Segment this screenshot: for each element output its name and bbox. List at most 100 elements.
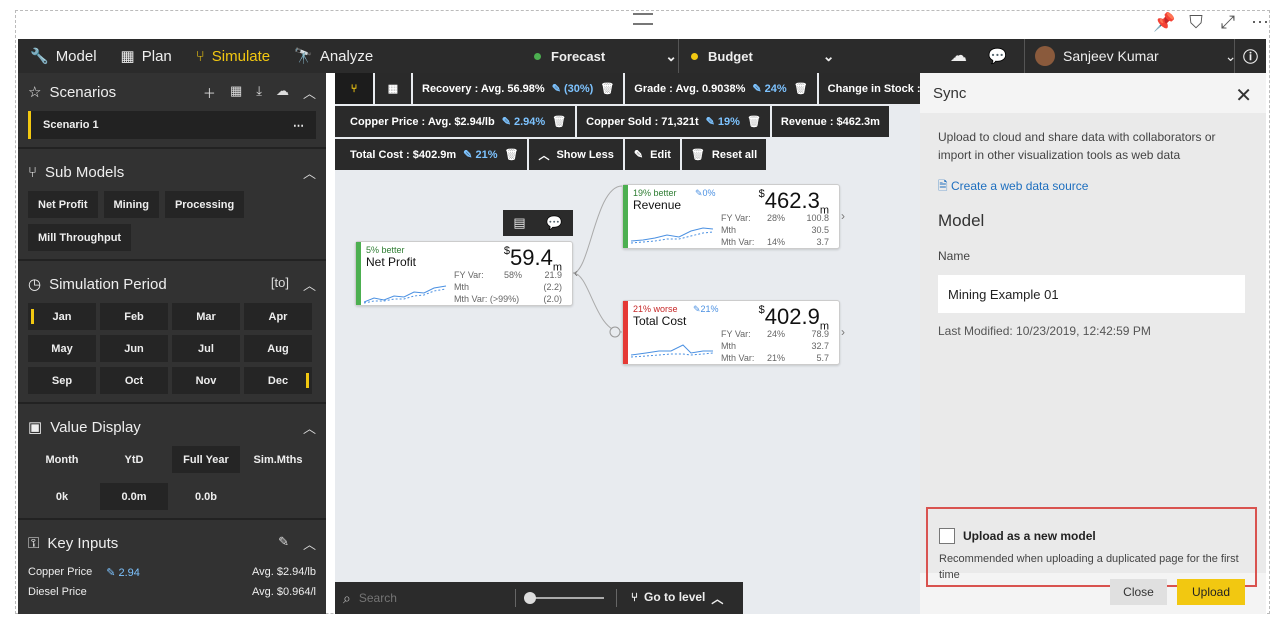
change-value: ✎ 2.94 — [106, 566, 140, 579]
pane-title: Sync — [933, 85, 967, 102]
clock-icon: ◷ — [28, 276, 42, 293]
more-icon[interactable]: ⋯ — [293, 119, 304, 132]
hierarchy-icon: ⑂ — [630, 589, 639, 604]
key-inputs-section: ⚿ Key Inputs ✎ ︿ Copper Price ✎ 2.94 Avg. $… — [18, 524, 326, 610]
tab-plan[interactable]: ▦ Plan — [109, 39, 184, 73]
tab-model[interactable]: 🔧 Model — [18, 39, 109, 73]
chevron-down-icon: ⌄ — [665, 47, 677, 64]
card-net-profit[interactable]: 5% better Net Profit $59.4m FY Var: Mth Mt… — [355, 241, 578, 306]
card-revenue[interactable]: 19% better ✎0% Revenue $462.3m FY Var: Mt… — [622, 184, 845, 249]
sparkline — [364, 285, 447, 304]
submodel-processing[interactable]: Processing — [164, 191, 245, 218]
tab-simulate[interactable]: ⑂ Simulate — [184, 39, 282, 73]
month-sep[interactable]: Sep — [28, 367, 96, 394]
mode-full-year[interactable]: Full Year — [172, 446, 240, 473]
month-may[interactable]: May — [28, 335, 96, 362]
table-icon: ▦ — [120, 48, 135, 65]
zoom-slider[interactable] — [523, 592, 604, 604]
scale-m[interactable]: 0.0m — [100, 483, 168, 510]
month-nov[interactable]: Nov — [172, 367, 240, 394]
search-icon: ⌕ — [343, 589, 351, 606]
user-menu[interactable]: Sanjeev Kumar ⌄ — [1024, 39, 1236, 73]
close-button[interactable]: Close — [1110, 579, 1167, 605]
chevron-up-icon: ︿ — [711, 591, 724, 606]
month-feb[interactable]: Feb — [100, 303, 168, 330]
range-badge[interactable]: [to] — [271, 275, 289, 294]
simulation-period-section: ◷ Simulation Period [to] ︿ Jan Feb Mar Apr May J… — [18, 265, 326, 404]
model-heading: Model — [938, 211, 985, 230]
month-apr[interactable]: Apr — [244, 303, 312, 330]
month-mar[interactable]: Mar — [172, 303, 240, 330]
submodel-mill-throughput[interactable]: Mill Throughput — [28, 224, 132, 251]
comment-icon[interactable]: 💬 — [546, 215, 562, 231]
close-icon[interactable]: ✕ — [1235, 83, 1252, 108]
mode-month[interactable]: Month — [28, 446, 96, 473]
sidebar: ☆ Scenarios ＋ ▦ ⤓ ☁ ︿ Scenario 1 ⋯ ⑂ Sub Models… — [18, 73, 326, 614]
download-icon[interactable]: ⤓ — [256, 83, 262, 102]
chevron-right-icon[interactable]: › — [841, 325, 845, 339]
top-navigation-bar: 🔧 Model ▦ Plan ⑂ Simulate 🔭 Analyze Forecast… — [18, 39, 1266, 73]
add-icon[interactable]: ＋ — [203, 83, 216, 102]
card-total-cost[interactable]: 21% worse ✎21% Total Cost $402.9m FY Var… — [622, 300, 845, 365]
model-name-input[interactable] — [938, 275, 1245, 313]
upload-new-model-box: Upload as a new model Recommended when u… — [926, 507, 1257, 587]
scale-b[interactable]: 0.0b — [172, 483, 240, 510]
tab-analyze[interactable]: 🔭 Analyze — [282, 39, 385, 73]
scenarios-title: Scenarios — [49, 83, 117, 101]
card-name: Net Profit — [366, 255, 417, 269]
month-jan[interactable]: Jan — [28, 303, 96, 330]
chevron-up-icon[interactable]: ︿ — [303, 418, 316, 437]
comment-icon[interactable]: 💬 — [988, 39, 1007, 73]
chevron-right-icon[interactable]: › — [841, 209, 845, 223]
mode-sim-mths[interactable]: Sim.Mths — [244, 446, 312, 473]
scenario-item[interactable]: Scenario 1 ⋯ — [28, 111, 316, 139]
chevron-left-icon[interactable]: ‹ — [574, 266, 578, 280]
database-icon: 🗎 — [938, 179, 948, 193]
hierarchy-icon: ⑂ — [28, 163, 38, 181]
submodel-mining[interactable]: Mining — [103, 191, 159, 218]
key-icon: ⚿ — [28, 534, 40, 552]
sub-models-section: ⑂ Sub Models ︿ Net Profit Mining Processin… — [18, 153, 326, 261]
edit-list-icon[interactable]: ✎ — [278, 534, 289, 553]
pin-icon[interactable]: 📌 — [1153, 12, 1175, 33]
focus-mode-icon[interactable]: ⤢ — [1217, 12, 1239, 33]
submodel-net-profit[interactable]: Net Profit — [28, 191, 98, 218]
sparkline — [631, 344, 714, 358]
key-input-row[interactable]: Diesel Price Avg. $0.964/l — [18, 582, 326, 602]
forecast-dropdown[interactable]: Forecast ⌄ — [534, 39, 677, 73]
help-icon[interactable]: ⓘ — [1234, 39, 1258, 73]
filter-icon[interactable]: ⛉ — [1185, 12, 1207, 33]
chevron-up-icon[interactable]: ︿ — [303, 163, 316, 182]
upload-new-model-checkbox[interactable] — [939, 528, 955, 544]
scenarios-section: ☆ Scenarios ＋ ▦ ⤓ ☁ ︿ Scenario 1 ⋯ — [18, 73, 326, 149]
create-web-data-source-link[interactable]: 🗎 Create a web data source — [938, 177, 1088, 198]
display-icon: ▣ — [28, 419, 43, 436]
go-to-level-button[interactable]: ⑂ Go to level ︿ — [631, 590, 724, 607]
month-aug[interactable]: Aug — [244, 335, 312, 362]
cloud-icon[interactable]: ☁ — [276, 83, 289, 102]
sync-content: Upload to cloud and share data with coll… — [920, 113, 1266, 587]
range-start-marker — [31, 309, 34, 324]
grid-icon[interactable]: ▦ — [230, 83, 242, 102]
chevron-up-icon[interactable]: ︿ — [303, 534, 316, 553]
month-oct[interactable]: Oct — [100, 367, 168, 394]
chevron-up-icon[interactable]: ︿ — [303, 83, 316, 102]
scale-k[interactable]: 0k — [28, 483, 96, 510]
search-input[interactable] — [358, 591, 509, 605]
key-input-row[interactable]: Copper Price ✎ 2.94 Avg. $2.94/lb — [18, 562, 326, 582]
budget-dot — [691, 52, 698, 60]
search-bar: ⌕ ⑂Go to level︿ — [335, 582, 743, 614]
month-dec[interactable]: Dec — [244, 367, 312, 394]
chevron-up-icon[interactable]: ︿ — [303, 275, 316, 294]
month-jun[interactable]: Jun — [100, 335, 168, 362]
mode-ytd[interactable]: YtD — [100, 446, 168, 473]
budget-dropdown[interactable]: Budget ⌄ — [678, 39, 835, 73]
upload-button[interactable]: Upload — [1177, 579, 1245, 605]
more-options-icon[interactable]: ⋯ — [1249, 12, 1271, 33]
cloud-upload-icon[interactable]: ☁ — [950, 39, 967, 73]
card-toolbar: ▤ 💬 — [503, 210, 573, 236]
month-jul[interactable]: Jul — [172, 335, 240, 362]
visual-header: 📌 ⛉ ⤢ ⋯ — [1153, 12, 1271, 33]
drag-handle-icon[interactable] — [633, 13, 653, 25]
details-icon[interactable]: ▤ — [513, 215, 525, 231]
